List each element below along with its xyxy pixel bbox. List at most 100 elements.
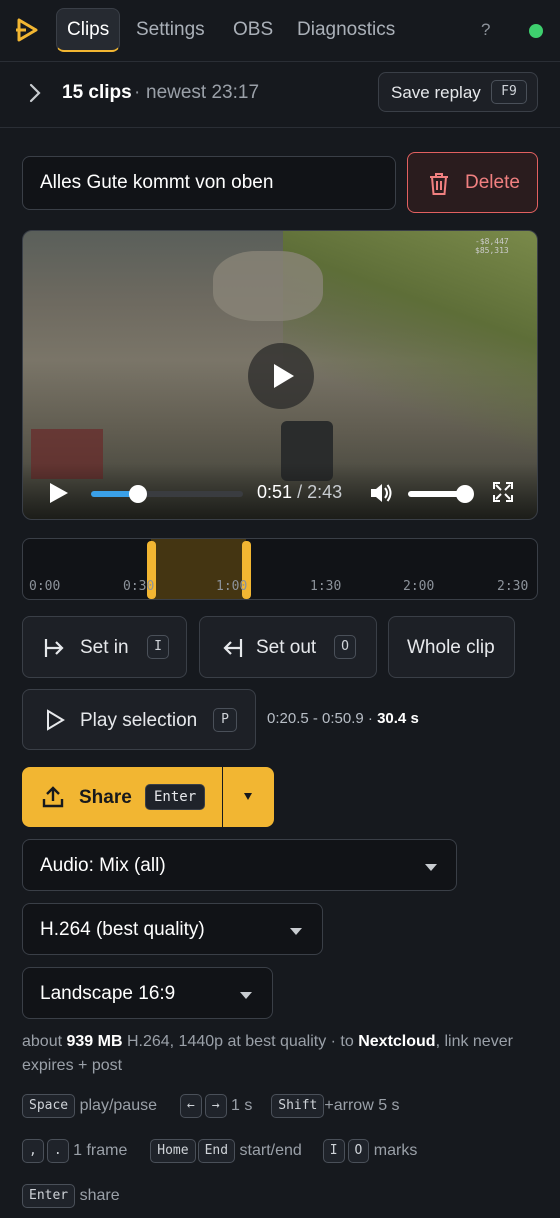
set-out-button[interactable]: Set out O xyxy=(199,616,377,678)
help-button[interactable]: ? xyxy=(481,20,490,40)
video-time: 0:51 / 2:43 xyxy=(257,482,342,503)
home-key: Home xyxy=(150,1139,196,1163)
space-key: Space xyxy=(22,1094,76,1118)
share-menu-caret-icon[interactable] xyxy=(244,793,252,800)
big-play-button[interactable] xyxy=(248,343,314,409)
save-replay-key: F9 xyxy=(491,80,527,104)
tab-diagnostics[interactable]: Diagnostics xyxy=(287,8,405,52)
chevron-down-icon xyxy=(290,928,302,935)
tab-clips[interactable]: Clips xyxy=(56,8,121,52)
set-in-icon xyxy=(44,639,64,657)
save-replay-label: Save replay xyxy=(391,83,481,102)
shortcut-hints-row-2: ,. 1 frame Home End start/end IO marks xyxy=(22,1139,417,1163)
chevron-down-icon xyxy=(240,992,252,999)
save-replay-button[interactable]: Save replay F9 xyxy=(378,72,538,112)
clip-timeline[interactable]: 0:00 0:30 1:00 1:30 2:00 2:30 xyxy=(22,538,538,600)
selection-length: 30.4 s xyxy=(377,710,419,727)
hint-text: play/pause xyxy=(79,1097,157,1115)
clip-title-input[interactable] xyxy=(22,156,396,210)
clip-count: 15 clips xyxy=(62,82,132,103)
separator: · xyxy=(134,82,141,103)
current-time: 0:51 xyxy=(257,482,293,502)
codec-select[interactable]: H.264 (best quality) xyxy=(22,903,323,955)
play-selection-button[interactable]: Play selection P xyxy=(22,689,256,750)
trash-icon xyxy=(430,173,448,195)
i-key: I xyxy=(322,1139,345,1163)
o-key: O xyxy=(347,1139,370,1163)
shortcut-hints-row-3: Enter share xyxy=(22,1184,120,1208)
delete-button[interactable]: Delete xyxy=(407,152,538,213)
play-icon xyxy=(274,364,294,388)
newest-clip-time: newest 23:17 xyxy=(146,82,260,103)
play-icon xyxy=(47,709,65,731)
play-pause-button[interactable] xyxy=(50,483,68,503)
summary-size: 939 MB xyxy=(66,1033,123,1050)
hint-text: marks xyxy=(373,1142,418,1160)
export-summary: about 939 MB H.264, 1440p at best qualit… xyxy=(22,1030,542,1078)
timeline-tick: 0:00 xyxy=(29,579,61,594)
video-frame-rock xyxy=(213,251,323,321)
audio-select[interactable]: Audio: Mix (all) xyxy=(22,839,457,891)
share-button[interactable]: Share Enter xyxy=(22,767,274,827)
fullscreen-icon[interactable] xyxy=(492,481,514,503)
enter-key: Enter xyxy=(22,1184,76,1208)
play-selection-key: P xyxy=(213,708,237,732)
video-player[interactable]: -$8,447 $85,313 0:51 / 2:43 xyxy=(22,230,538,520)
end-key: End xyxy=(197,1139,236,1163)
set-in-button[interactable]: Set in I xyxy=(22,616,187,678)
share-key: Enter xyxy=(145,784,206,810)
tab-obs[interactable]: OBS xyxy=(223,8,283,52)
hint-text: +arrow 5 s xyxy=(324,1097,400,1115)
hint-text: 1 s xyxy=(231,1097,253,1115)
set-in-key: I xyxy=(147,635,169,659)
comma-key: , xyxy=(22,1139,44,1163)
volume-handle[interactable] xyxy=(456,485,474,503)
share-label: Share xyxy=(79,787,132,808)
set-out-icon xyxy=(223,639,243,657)
summary-middle: H.264, 1440p at best quality · to xyxy=(122,1033,359,1050)
right-arrow-key: → xyxy=(204,1094,227,1118)
video-hud-text: -$8,447 $85,313 xyxy=(475,237,509,255)
video-controls: 0:51 / 2:43 xyxy=(23,463,537,519)
set-out-key: O xyxy=(334,635,356,659)
status-indicator xyxy=(529,24,543,38)
app-logo-icon xyxy=(16,18,38,42)
layout-select[interactable]: Landscape 16:9 xyxy=(22,967,273,1019)
hint-text: share xyxy=(79,1187,120,1205)
play-selection-label: Play selection xyxy=(80,710,198,731)
shortcut-hints-row-1: Space play/pause ← → 1 s Shift +arrow 5 s xyxy=(22,1094,400,1118)
delete-label: Delete xyxy=(465,172,520,193)
hint-text: start/end xyxy=(239,1142,302,1160)
upload-icon xyxy=(42,786,64,808)
chevron-right-icon[interactable] xyxy=(28,82,42,104)
shift-key: Shift xyxy=(271,1094,325,1118)
hint-text: 1 frame xyxy=(73,1142,128,1160)
summary-target: Nextcloud xyxy=(358,1033,436,1050)
timeline-tick: 1:30 xyxy=(310,579,342,594)
share-split-divider xyxy=(222,767,223,827)
timeline-tick: 2:00 xyxy=(403,579,435,594)
whole-clip-button[interactable]: Whole clip xyxy=(388,616,515,678)
summary-prefix: about xyxy=(22,1033,67,1050)
whole-clip-label: Whole clip xyxy=(407,637,495,658)
period-key: . xyxy=(46,1139,69,1163)
volume-icon[interactable] xyxy=(368,480,394,506)
timeline-tick: 2:30 xyxy=(497,579,529,594)
layout-value: Landscape 16:9 xyxy=(40,983,176,1004)
seek-bar[interactable] xyxy=(91,485,243,503)
selection-range-text: 0:20.5 - 0:50.9 · xyxy=(267,710,378,727)
chevron-down-icon xyxy=(425,864,437,871)
tab-settings[interactable]: Settings xyxy=(126,8,215,52)
top-nav: Clips Settings OBS Diagnostics ? xyxy=(0,0,560,62)
duration: / 2:43 xyxy=(297,482,343,502)
timeline-tick: 0:30 xyxy=(123,579,155,594)
codec-value: H.264 (best quality) xyxy=(40,919,205,940)
left-arrow-key: ← xyxy=(179,1094,202,1118)
set-out-label: Set out xyxy=(256,637,317,658)
clips-bar: 15 clips · newest 23:17 Save replay F9 xyxy=(0,62,560,128)
audio-value: Audio: Mix (all) xyxy=(40,855,166,876)
set-in-label: Set in xyxy=(80,637,129,658)
volume-slider[interactable] xyxy=(408,485,474,503)
timeline-tick: 1:00 xyxy=(216,579,248,594)
seek-handle[interactable] xyxy=(129,485,148,503)
